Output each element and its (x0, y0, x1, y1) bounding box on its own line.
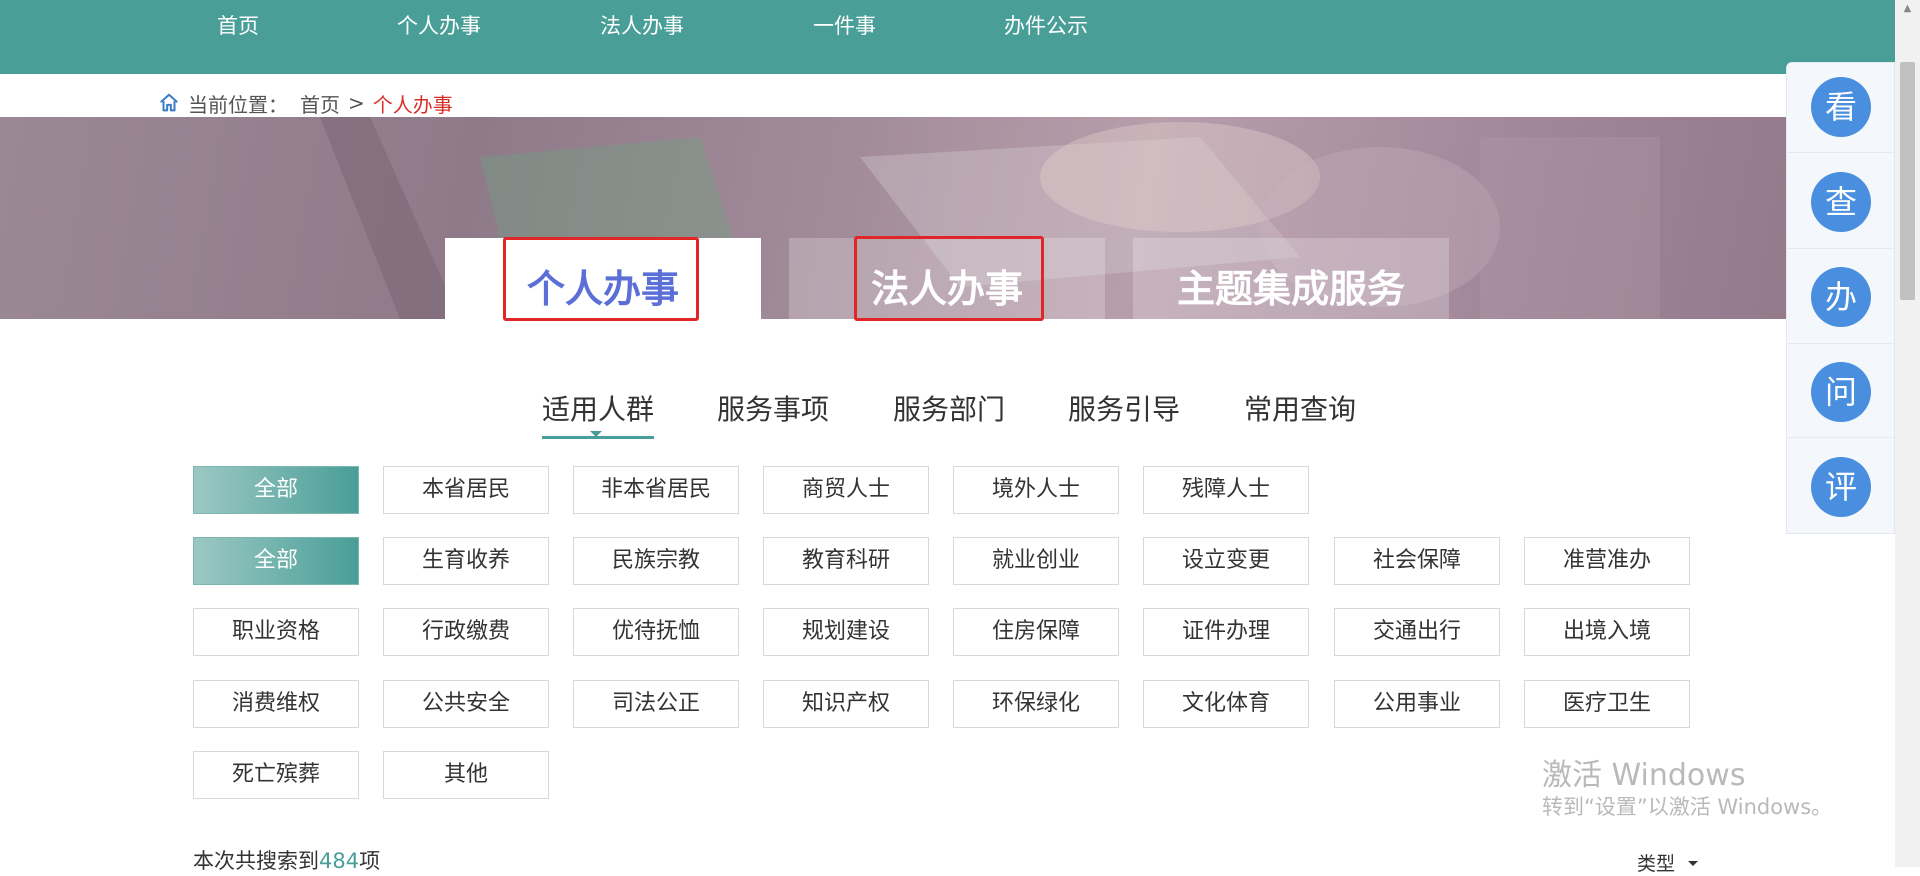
topic-chip[interactable]: 知识产权 (763, 680, 929, 728)
topic-chip-all[interactable]: 全部 (193, 537, 359, 585)
topic-chip[interactable]: 住房保障 (953, 608, 1119, 656)
float-rate-button[interactable]: 评 (1811, 457, 1871, 517)
audience-chip[interactable]: 非本省居民 (573, 466, 739, 514)
topic-chip[interactable]: 交通出行 (1334, 608, 1500, 656)
topic-chip[interactable]: 公共安全 (383, 680, 549, 728)
float-handle-button[interactable]: 办 (1811, 267, 1871, 327)
float-ask-button[interactable]: 问 (1811, 362, 1871, 422)
topic-chip[interactable]: 行政缴费 (383, 608, 549, 656)
nav-public[interactable]: 办件公示 (1004, 10, 1088, 40)
breadcrumb-home-link[interactable]: 首页 (300, 89, 340, 118)
float-search-button[interactable]: 查 (1811, 172, 1871, 232)
audience-chip[interactable]: 商贸人士 (763, 466, 929, 514)
topic-chip[interactable]: 社会保障 (1334, 537, 1500, 585)
topic-chip[interactable]: 文化体育 (1143, 680, 1309, 728)
panel-divider (1786, 152, 1894, 153)
topic-chip[interactable]: 就业创业 (953, 537, 1119, 585)
breadcrumb-separator: > (348, 91, 365, 115)
subtab-query[interactable]: 常用查询 (1244, 388, 1356, 428)
float-view-button[interactable]: 看 (1811, 77, 1871, 137)
topic-chip[interactable]: 出境入境 (1524, 608, 1690, 656)
topic-chip[interactable]: 生育收养 (383, 537, 549, 585)
topic-chip[interactable]: 医疗卫生 (1524, 680, 1690, 728)
nav-one-thing[interactable]: 一件事 (813, 10, 876, 40)
scrollbar-thumb[interactable] (1900, 62, 1915, 300)
topic-chip[interactable]: 司法公正 (573, 680, 739, 728)
audience-chip-all[interactable]: 全部 (193, 466, 359, 514)
nav-corporate[interactable]: 法人办事 (600, 10, 684, 40)
topic-chip[interactable]: 消费维权 (193, 680, 359, 728)
highlight-box-personal (503, 237, 699, 321)
topic-chip[interactable]: 证件办理 (1143, 608, 1309, 656)
topic-chip[interactable]: 优待抚恤 (573, 608, 739, 656)
topic-chip[interactable]: 职业资格 (193, 608, 359, 656)
top-nav: 首页 个人办事 法人办事 一件事 办件公示 (0, 0, 1895, 74)
watermark-subtitle: 转到“设置”以激活 Windows。 (1542, 795, 1833, 819)
nav-personal[interactable]: 个人办事 (397, 10, 481, 40)
tab-theme-service[interactable]: 主题集成服务 (1133, 238, 1449, 320)
topic-chip[interactable]: 其他 (383, 751, 549, 799)
panel-divider (1786, 437, 1894, 438)
breadcrumb-current: 个人办事 (372, 92, 453, 117)
scroll-up-icon[interactable]: ▲ (1900, 2, 1915, 16)
result-number: 484 (319, 849, 360, 873)
active-caret-icon (590, 431, 602, 437)
result-count: 本次共搜索到484项 (193, 845, 380, 875)
result-prefix: 本次共搜索到 (193, 849, 319, 873)
breadcrumb-label: 当前位置： (188, 92, 288, 117)
topic-chip[interactable]: 民族宗教 (573, 537, 739, 585)
tab-theme-label: 主题集成服务 (1176, 267, 1405, 311)
topic-chip[interactable]: 教育科研 (763, 537, 929, 585)
sort-caret-icon (1688, 861, 1698, 866)
topic-chip[interactable]: 公用事业 (1334, 680, 1500, 728)
topic-chip[interactable]: 环保绿化 (953, 680, 1119, 728)
topic-chip[interactable]: 准营准办 (1524, 537, 1690, 585)
breadcrumb: 当前位置： 首页 > 个人办事 (158, 88, 453, 118)
subtab-departments[interactable]: 服务部门 (893, 388, 1005, 428)
topic-chip[interactable]: 死亡殡葬 (193, 751, 359, 799)
subtab-services[interactable]: 服务事项 (717, 388, 829, 428)
topic-chip[interactable]: 设立变更 (1143, 537, 1309, 585)
highlight-box-corporate (854, 236, 1044, 321)
result-suffix: 项 (359, 849, 381, 873)
topic-chip[interactable]: 规划建设 (763, 608, 929, 656)
nav-home[interactable]: 首页 (217, 10, 259, 40)
audience-chip[interactable]: 本省居民 (383, 466, 549, 514)
watermark-title: 激活 Windows (1542, 758, 1746, 793)
sort-dropdown[interactable]: 类型 (1637, 849, 1675, 876)
panel-divider (1786, 343, 1894, 344)
audience-chip[interactable]: 残障人士 (1143, 466, 1309, 514)
subtab-guide[interactable]: 服务引导 (1068, 388, 1180, 428)
home-icon (160, 93, 178, 112)
audience-chip[interactable]: 境外人士 (953, 466, 1119, 514)
panel-divider (1786, 248, 1894, 249)
